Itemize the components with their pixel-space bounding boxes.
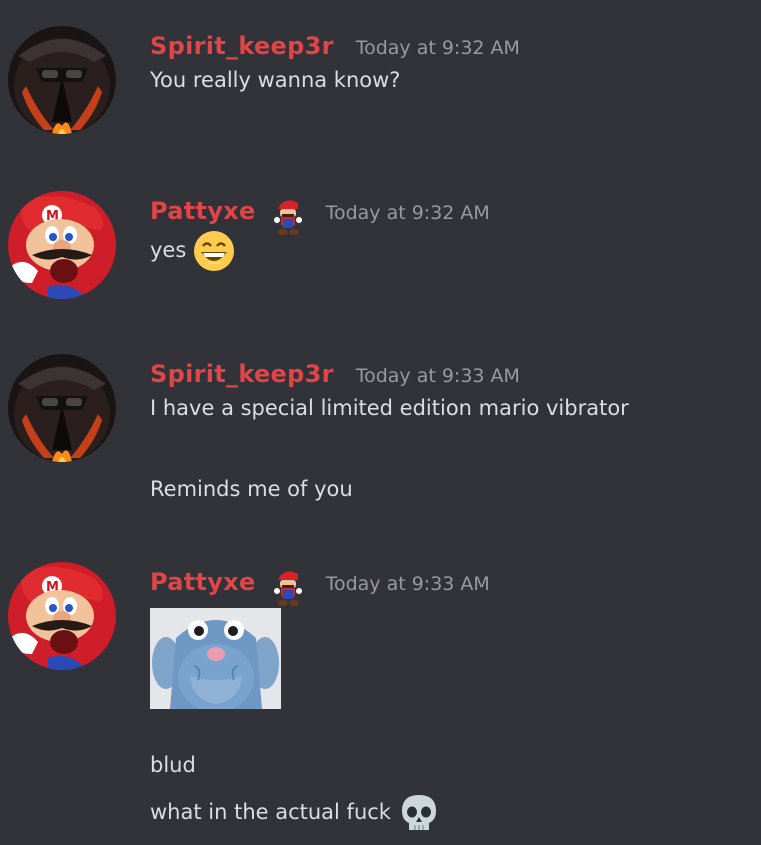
blue-rat-image-icon <box>150 608 281 709</box>
timestamp[interactable]: Today at 9:33 AM <box>356 365 520 387</box>
message-text: You really wanna know? <box>150 68 401 92</box>
message-text: what in the actual fuck <box>150 792 440 834</box>
timestamp[interactable]: Today at 9:32 AM <box>326 202 490 224</box>
message-header: Spirit_keep3r Today at 9:33 AM <box>150 360 520 388</box>
user-avatar[interactable] <box>8 354 116 462</box>
mario-badge-icon[interactable] <box>272 197 304 237</box>
user-avatar[interactable] <box>8 191 116 299</box>
message-text: I have a special limited edition mario v… <box>150 396 629 420</box>
mario-avatar-icon <box>8 191 116 299</box>
message-text: blud <box>150 753 196 777</box>
skull-emoji-icon[interactable] <box>398 792 440 834</box>
dark-masked-figure-avatar-icon <box>8 26 116 134</box>
username[interactable]: Spirit_keep3r <box>150 360 334 388</box>
message-text-content: what in the actual fuck <box>150 800 391 824</box>
grinning-face-emoji-icon[interactable] <box>193 230 235 272</box>
message-text: yes <box>150 230 235 272</box>
user-avatar[interactable] <box>8 26 116 134</box>
mario-badge-icon[interactable] <box>272 568 304 608</box>
user-avatar[interactable] <box>8 562 116 670</box>
dark-masked-figure-avatar-icon <box>8 354 116 462</box>
message-header: Spirit_keep3r Today at 9:32 AM <box>150 32 520 60</box>
image-attachment[interactable] <box>150 608 281 709</box>
username[interactable]: Pattyxe <box>150 197 256 225</box>
username[interactable]: Pattyxe <box>150 568 256 596</box>
message-text-content: yes <box>150 238 187 262</box>
timestamp[interactable]: Today at 9:33 AM <box>326 573 490 595</box>
username[interactable]: Spirit_keep3r <box>150 32 334 60</box>
mario-avatar-icon <box>8 562 116 670</box>
timestamp[interactable]: Today at 9:32 AM <box>356 37 520 59</box>
message-text: Reminds me of you <box>150 477 353 501</box>
message-header: Pattyxe Today at 9:33 AM <box>150 568 490 608</box>
